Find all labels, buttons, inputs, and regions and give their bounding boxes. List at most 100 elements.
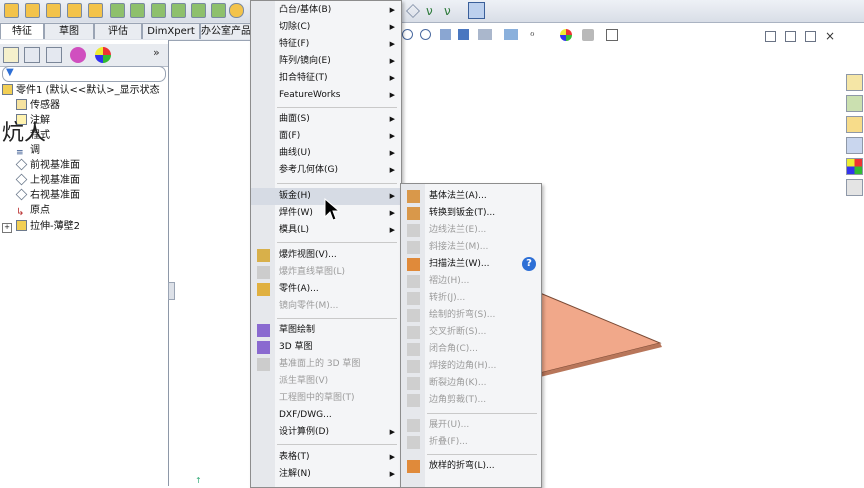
configuration-manager-icon[interactable] (46, 47, 62, 63)
menu-item-edge-flange[interactable]: 边线法兰(E)... (401, 222, 541, 239)
fillet-icon[interactable] (110, 3, 125, 18)
help-icon[interactable]: ? (522, 257, 536, 271)
loft-boss-icon[interactable] (67, 3, 82, 18)
extrude-boss-icon[interactable] (4, 3, 19, 18)
menu-item-curve[interactable]: 曲线(U) ▶ (251, 145, 401, 162)
view-settings-icon[interactable] (606, 29, 618, 41)
menu-item-corner-trim[interactable]: 边角剪裁(T)... (401, 392, 541, 409)
chamfer-icon[interactable] (130, 3, 145, 18)
menu-item-exploded-view[interactable]: 爆炸视图(V)... (251, 247, 401, 264)
menu-item-cross-break[interactable]: 交叉折断(S)... (401, 324, 541, 341)
menu-item-surface[interactable]: 曲面(S) ▶ (251, 111, 401, 128)
menu-item-welded-corner[interactable]: 焊接的边角(H)... (401, 358, 541, 375)
menu-item-convert-to-sheet-metal[interactable]: 转换到钣金(T)... (401, 205, 541, 222)
menu-item-jog[interactable]: 转折(J)... (401, 290, 541, 307)
menu-item-3d-sketch-on-plane[interactable]: 基准面上的 3D 草图 (251, 356, 401, 373)
menu-item-lofted-bend[interactable]: 放样的折弯(L)... (401, 458, 541, 475)
maximize-icon[interactable] (805, 31, 816, 42)
menu-item-fold[interactable]: 折叠(F)... (401, 434, 541, 451)
menu-item-miter-flange[interactable]: 斜接法兰(M)... (401, 239, 541, 256)
dimxpert-manager-icon[interactable] (70, 47, 86, 63)
view-orientation-icon[interactable] (478, 29, 492, 40)
feature-tree-icon[interactable] (3, 47, 19, 63)
menu-item-dxf-dwg[interactable]: DXF/DWG... (251, 407, 401, 424)
tree-item-right-plane[interactable]: 右视基准面 (15, 188, 80, 203)
menu-item-closed-corner[interactable]: 闭合角(C)... (401, 341, 541, 358)
display-manager-icon[interactable] (95, 47, 111, 63)
display-style-icon[interactable] (504, 29, 518, 40)
appearance-icon[interactable] (560, 29, 572, 41)
tree-item-part[interactable]: 零件1 (默认<<默认>_显示状态 (2, 83, 160, 98)
menu-item-design-study[interactable]: 设计算例(D) ▶ (251, 424, 401, 441)
menu-item-unfold[interactable]: 展开(U)... (401, 417, 541, 434)
menu-item-explode-line-sketch[interactable]: 爆炸直线草图(L) (251, 264, 401, 281)
menu-item-features[interactable]: 特征(F) ▶ (251, 36, 401, 53)
spline-icon[interactable]: ν (444, 4, 451, 18)
triad-axis-icon: ↑ (195, 476, 202, 485)
menu-item-mirror-part[interactable]: 镜向零件(M)... (251, 298, 401, 315)
hole-icon[interactable] (211, 3, 226, 18)
menu-item-cut[interactable]: 切除(C) ▶ (251, 19, 401, 36)
tab-sketch[interactable]: 草图 (44, 23, 94, 39)
explode-line-icon (257, 266, 270, 279)
menu-item-boss-base[interactable]: 凸台/基体(B) ▶ (251, 2, 401, 19)
zoom-to-fit-icon[interactable] (402, 29, 413, 40)
view-palette-icon[interactable] (846, 137, 863, 154)
tree-item-sensors[interactable]: 传感器 (16, 98, 60, 113)
menu-item-swept-flange[interactable]: 扫描法兰(W)... (401, 256, 541, 273)
menu-item-face[interactable]: 面(F) ▶ (251, 128, 401, 145)
menu-item-sketched-bend[interactable]: 绘制的折弯(S)... (401, 307, 541, 324)
menu-item-3d-sketch[interactable]: 3D 草图 (251, 339, 401, 356)
submenu-arrow-icon: ▶ (389, 453, 395, 461)
instant3d-icon[interactable] (468, 2, 485, 19)
menu-item-molds[interactable]: 模具(L) ▶ (251, 222, 401, 239)
rib-icon[interactable] (151, 3, 166, 18)
close-icon[interactable]: × (825, 29, 835, 43)
sweep-boss-icon[interactable] (46, 3, 61, 18)
restore-icon[interactable] (765, 31, 776, 42)
file-explorer-icon[interactable] (846, 116, 863, 133)
draft-icon[interactable] (191, 3, 206, 18)
expand-icon[interactable]: + (2, 223, 12, 233)
menu-item-pattern-mirror[interactable]: 阵列/镜向(E) ▶ (251, 53, 401, 70)
menu-item-break-corner[interactable]: 断裂边角(K)... (401, 375, 541, 392)
menu-item-hem[interactable]: 褶边(H)... (401, 273, 541, 290)
menu-item-sketch[interactable]: 草图绘制 (251, 322, 401, 339)
reference-geometry-icon[interactable] (229, 3, 244, 18)
menu-item-derived-sketch[interactable]: 派生草图(V) (251, 373, 401, 390)
cut-icon[interactable] (88, 3, 103, 18)
expand-panel-icon[interactable]: » (153, 46, 160, 59)
revolve-boss-icon[interactable] (25, 3, 40, 18)
menu-item-part[interactable]: 零件(A)... (251, 281, 401, 298)
menu-item-reference-geometry[interactable]: 参考几何体(G) ▶ (251, 162, 401, 179)
part-model-graphic[interactable] (530, 285, 670, 380)
tile-icon[interactable] (785, 31, 796, 42)
shell-icon[interactable] (171, 3, 186, 18)
tree-item-extrude-thin[interactable]: + 拉伸-薄壁2 (2, 219, 80, 234)
property-manager-icon[interactable] (24, 47, 40, 63)
appearances-icon[interactable] (846, 158, 863, 175)
design-library-icon[interactable] (846, 95, 863, 112)
hide-show-icon[interactable]: ℴ (530, 28, 535, 39)
tab-evaluate[interactable]: 评估 (94, 23, 142, 39)
menu-item-base-flange[interactable]: 基体法兰(A)... (401, 188, 541, 205)
scene-icon[interactable] (582, 29, 594, 41)
previous-view-icon[interactable] (440, 29, 451, 40)
menu-item-fastening-feature[interactable]: 扣合特征(T) ▶ (251, 70, 401, 87)
menu-item-annotations[interactable]: 注解(N) ▶ (251, 466, 401, 483)
menu-item-sketch-from-drawing[interactable]: 工程图中的草图(T) (251, 390, 401, 407)
tree-filter-input[interactable]: ▼ (2, 66, 166, 82)
menu-item-tables[interactable]: 表格(T) ▶ (251, 449, 401, 466)
resources-icon[interactable] (846, 74, 863, 91)
curve-icon[interactable]: ν (426, 4, 433, 18)
menu-item-featureworks[interactable]: FeatureWorks ▶ (251, 87, 401, 104)
tree-item-origin[interactable]: ↳ 原点 (16, 203, 50, 218)
tree-item-front-plane[interactable]: 前视基准面 (15, 158, 80, 173)
sketch-line-icon[interactable] (406, 4, 420, 18)
menu-separator (277, 444, 397, 445)
zoom-area-icon[interactable] (420, 29, 431, 40)
tab-features[interactable]: 特征 (0, 23, 44, 39)
custom-properties-icon[interactable] (846, 179, 863, 196)
tree-item-top-plane[interactable]: 上视基准面 (15, 173, 80, 188)
section-view-icon[interactable] (458, 29, 469, 40)
